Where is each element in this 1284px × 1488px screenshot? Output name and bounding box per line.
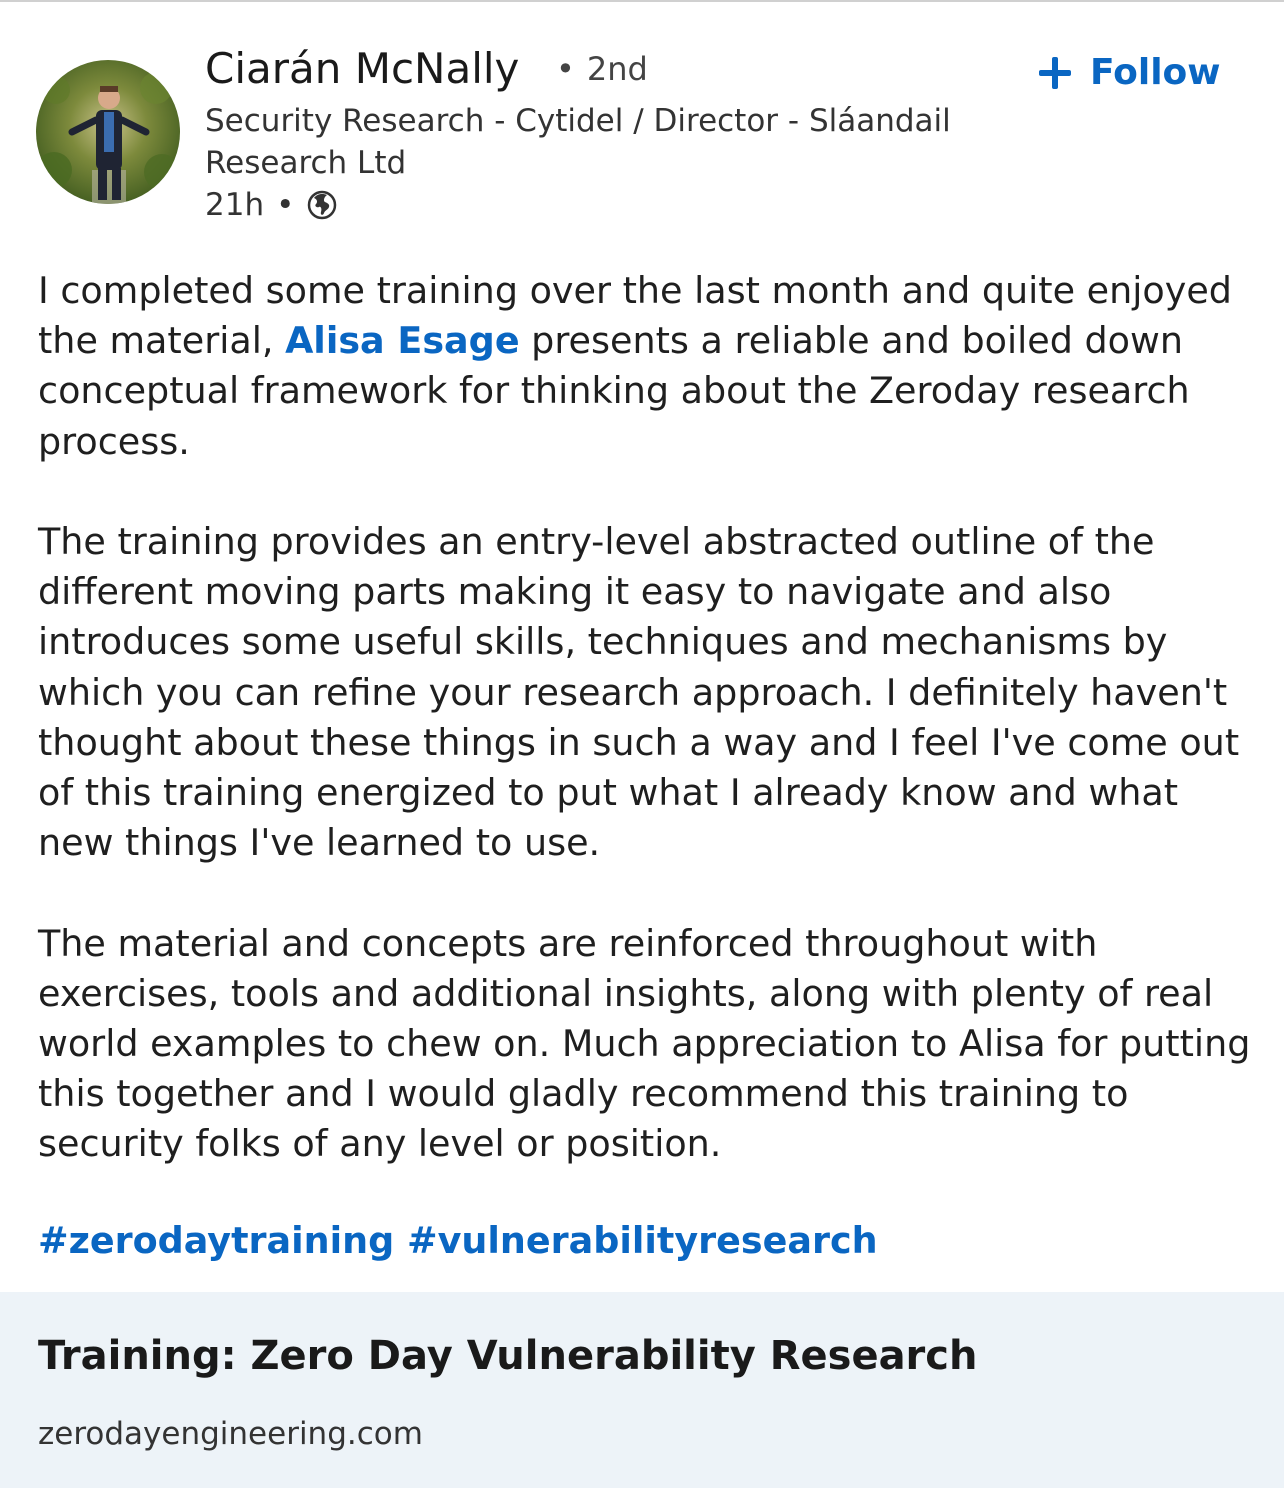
author-avatar[interactable] bbox=[36, 60, 180, 204]
plus-icon bbox=[1034, 52, 1076, 94]
hashtag-row: #zerodaytraining #vulnerabilityresearch bbox=[38, 1216, 878, 1266]
post-time: 21h bbox=[205, 187, 265, 223]
top-divider bbox=[0, 0, 1284, 2]
post-meta: 21h • bbox=[205, 184, 338, 226]
follow-button[interactable]: Follow bbox=[1034, 48, 1221, 98]
hashtag-link[interactable]: #vulnerabilityresearch bbox=[407, 1219, 878, 1262]
globe-icon bbox=[306, 189, 338, 221]
follow-label: Follow bbox=[1090, 52, 1221, 93]
degree-label: 2nd bbox=[586, 50, 648, 88]
link-card-domain: zerodayengineering.com bbox=[38, 1416, 423, 1452]
time-separator: • bbox=[276, 187, 295, 223]
connection-degree: • 2nd bbox=[556, 48, 648, 90]
post-paragraph-1: I completed some training over the last … bbox=[38, 266, 1258, 467]
link-preview-card[interactable]: Training: Zero Day Vulnerability Researc… bbox=[0, 1292, 1284, 1488]
link-card-title: Training: Zero Day Vulnerability Researc… bbox=[38, 1333, 978, 1379]
degree-separator: • bbox=[556, 50, 575, 88]
mention-link[interactable]: Alisa Esage bbox=[285, 319, 520, 362]
author-headline: Security Research - Cytidel / Director -… bbox=[205, 103, 951, 181]
author-name[interactable]: Ciarán McNally bbox=[205, 44, 519, 94]
avatar-photo bbox=[36, 60, 180, 204]
hashtag-link[interactable]: #zerodaytraining bbox=[38, 1219, 394, 1262]
post-text: I completed some training over the last … bbox=[38, 266, 1258, 1220]
post-paragraph-3: The material and concepts are reinforced… bbox=[38, 921, 1251, 1166]
post-paragraph-2: The training provides an entry-level abs… bbox=[38, 520, 1240, 865]
